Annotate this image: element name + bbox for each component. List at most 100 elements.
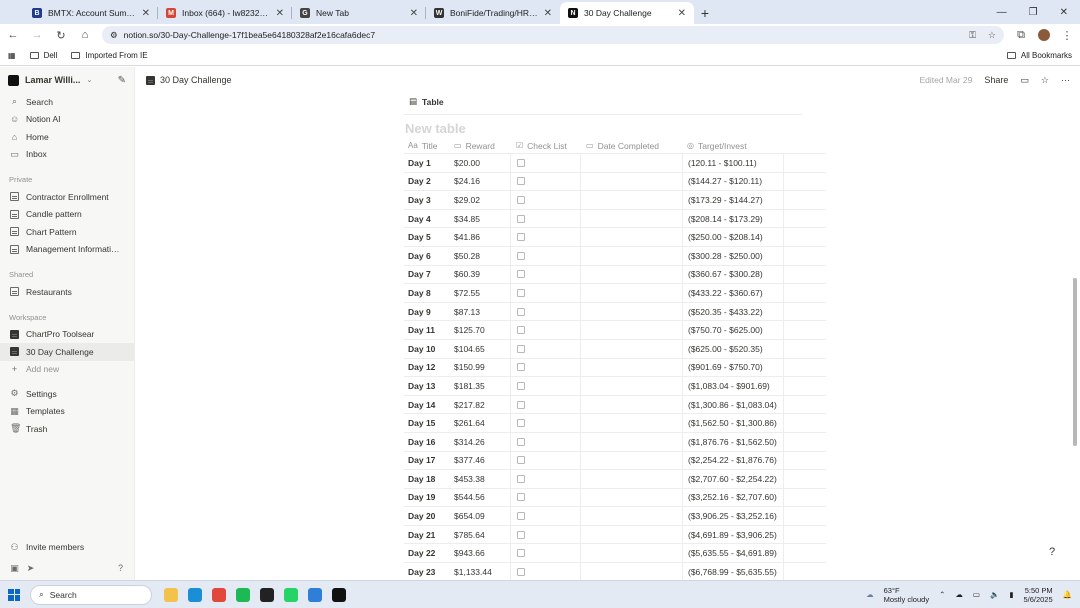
cell-title[interactable]: Day 15 [404, 418, 450, 428]
checkbox[interactable] [517, 195, 525, 204]
cell-target-invest[interactable]: ($901.69 - $750.70) [682, 358, 784, 377]
forward-icon[interactable]: → [30, 29, 44, 41]
edge-icon[interactable] [188, 587, 202, 602]
file-explorer-icon[interactable] [164, 587, 178, 602]
cell-reward[interactable]: $34.85 [450, 214, 510, 224]
checkbox[interactable] [517, 474, 525, 483]
cell-date-completed[interactable] [580, 358, 682, 377]
close-tab-icon[interactable]: ✕ [678, 8, 686, 19]
cell-reward[interactable]: $150.99 [450, 362, 510, 372]
cell-title[interactable]: Day 5 [404, 232, 450, 242]
new-page-icon[interactable]: ✎ [118, 75, 126, 86]
checkbox[interactable] [517, 512, 525, 521]
column-header-check-list[interactable]: ☑ Check List [510, 138, 580, 153]
cell-title[interactable]: Day 23 [404, 567, 450, 577]
sidebar-item-home[interactable]: ⌂ Home [0, 128, 134, 146]
table-row[interactable]: Day 23 $1,133.44 ($6,768.99 - $5,635.55) [404, 563, 826, 580]
tab-bonifide-trading-hr-whop[interactable]: W BoniFide/Trading/HR | Whop ✕ [426, 2, 560, 24]
checkbox[interactable] [517, 493, 525, 502]
table-row[interactable]: Day 13 $181.35 ($1,083.04 - $901.69) [404, 377, 826, 396]
cell-date-completed[interactable] [580, 544, 682, 563]
cell-target-invest[interactable]: ($6,768.99 - $5,635.55) [682, 563, 784, 580]
checkbox[interactable] [517, 456, 525, 465]
cell-title[interactable]: Day 7 [404, 269, 450, 279]
cell-reward[interactable]: $60.39 [450, 269, 510, 279]
cell-title[interactable]: Day 4 [404, 214, 450, 224]
url-omnibox[interactable]: ⚙ notion.so/30-Day-Challenge-17f1bea5e64… [102, 26, 1004, 44]
checkbox[interactable] [517, 567, 525, 576]
notification-bell-icon[interactable]: 🔔 [1063, 590, 1072, 599]
cell-title[interactable]: Day 6 [404, 251, 450, 261]
bookmark-dell[interactable]: Dell [29, 51, 57, 60]
cell-target-invest[interactable]: ($625.00 - $520.35) [682, 339, 784, 358]
cell-target-invest[interactable]: ($2,707.60 - $2,254.22) [682, 470, 784, 488]
checkbox[interactable] [517, 214, 525, 223]
cell-reward[interactable]: $1,133.44 [450, 567, 510, 577]
table-row[interactable]: Day 5 $41.86 ($250.00 - $208.14) [404, 228, 826, 247]
cell-title[interactable]: Day 20 [404, 511, 450, 521]
table-row[interactable]: Day 14 $217.82 ($1,300.86 - $1,083.04) [404, 395, 826, 415]
sidebar-item-notion-ai[interactable]: ☺ Notion AI [0, 111, 134, 129]
checkbox[interactable] [517, 400, 525, 409]
cell-title[interactable]: Day 8 [404, 288, 450, 298]
cell-reward[interactable]: $50.28 [450, 251, 510, 261]
help-button-icon[interactable]: ? [1045, 546, 1059, 560]
cell-target-invest[interactable]: ($173.29 - $144.27) [682, 191, 784, 209]
checkbox[interactable] [517, 251, 525, 260]
tab-new-tab[interactable]: G New Tab ✕ [292, 2, 426, 24]
restore-icon[interactable]: ❐ [1029, 7, 1038, 18]
table-row[interactable]: Day 4 $34.85 ($208.14 - $173.29) [404, 209, 826, 229]
checkbox[interactable] [517, 326, 525, 335]
tradingview-desktop-icon[interactable] [332, 587, 346, 602]
cell-title[interactable]: Day 17 [404, 455, 450, 465]
breadcrumb[interactable]: 30 Day Challenge [146, 75, 232, 85]
cell-target-invest[interactable]: (120.11 - $100.11) [682, 154, 784, 172]
cell-target-invest[interactable]: ($1,876.76 - $1,562.50) [682, 432, 784, 451]
view-tab-table[interactable]: ▤ Table [409, 96, 444, 107]
cell-title[interactable]: Day 18 [404, 474, 450, 484]
spotify-icon[interactable] [236, 587, 250, 602]
column-header-date-completed[interactable]: ▭ Date Completed [580, 138, 682, 153]
cell-date-completed[interactable] [580, 507, 682, 525]
checkbox[interactable] [517, 288, 525, 297]
cell-title[interactable]: Day 19 [404, 492, 450, 502]
close-tab-icon[interactable]: ✕ [544, 8, 552, 19]
cell-reward[interactable]: $217.82 [450, 400, 510, 410]
weather-icon[interactable]: ☁ [866, 590, 874, 599]
new-tab-button[interactable]: + [694, 2, 716, 24]
checkbox[interactable] [517, 363, 525, 372]
cell-date-completed[interactable] [580, 246, 682, 265]
cell-target-invest[interactable]: ($520.35 - $433.22) [682, 302, 784, 321]
cell-title[interactable]: Day 16 [404, 437, 450, 447]
cell-date-completed[interactable] [580, 191, 682, 209]
cell-reward[interactable]: $24.16 [450, 176, 510, 186]
sidebar-page-chart-pattern[interactable]: Chart Pattern [0, 223, 134, 241]
table-row[interactable]: Day 7 $60.39 ($360.67 - $300.28) [404, 265, 826, 285]
checkbox[interactable] [517, 158, 525, 167]
cell-target-invest[interactable]: ($300.28 - $250.00) [682, 246, 784, 265]
send-icon[interactable]: ➤ [26, 563, 35, 574]
more-options-icon[interactable]: ··· [1061, 75, 1070, 85]
minimize-icon[interactable]: — [997, 7, 1007, 18]
cell-reward[interactable]: $104.65 [450, 344, 510, 354]
cell-title[interactable]: Day 13 [404, 381, 450, 391]
table-row[interactable]: Day 3 $29.02 ($173.29 - $144.27) [404, 191, 826, 210]
checkbox[interactable] [517, 177, 525, 186]
cell-date-completed[interactable] [580, 172, 682, 191]
app-icon[interactable] [308, 587, 322, 602]
checkbox[interactable] [517, 307, 525, 316]
checkbox[interactable] [517, 233, 525, 242]
cell-target-invest[interactable]: ($250.00 - $208.14) [682, 228, 784, 246]
cell-target-invest[interactable]: ($1,562.50 - $1,300.86) [682, 414, 784, 432]
network-icon[interactable]: ▭ [973, 590, 980, 599]
close-tab-icon[interactable]: ✕ [142, 8, 150, 19]
close-tab-icon[interactable]: ✕ [410, 8, 418, 19]
cell-reward[interactable]: $261.64 [450, 418, 510, 428]
table-row[interactable]: Day 10 $104.65 ($625.00 - $520.35) [404, 339, 826, 359]
cell-title[interactable]: Day 10 [404, 344, 450, 354]
cell-date-completed[interactable] [580, 414, 682, 432]
onedrive-icon[interactable]: ☁ [955, 590, 963, 599]
cell-reward[interactable]: $654.09 [450, 511, 510, 521]
cell-title[interactable]: Day 9 [404, 307, 450, 317]
cell-target-invest[interactable]: ($1,083.04 - $901.69) [682, 377, 784, 395]
